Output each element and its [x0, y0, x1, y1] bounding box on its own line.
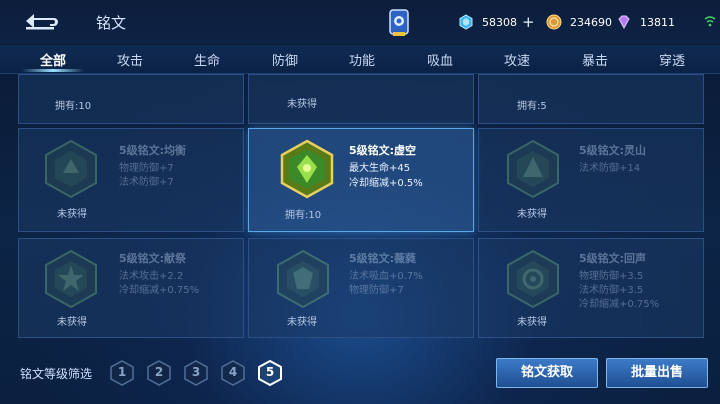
- tab-attack-speed[interactable]: 攻速: [487, 50, 547, 69]
- rune-stat: 冷却缩减+0.75%: [579, 299, 660, 310]
- acquire-rune-button[interactable]: 铭文获取: [496, 358, 598, 388]
- rune-card[interactable]: 未获得: [248, 74, 474, 124]
- rune-title: 5级铭文:灵山: [579, 144, 647, 157]
- diamond-counter: 58308 +: [458, 12, 535, 32]
- event-card-icon[interactable]: [386, 8, 412, 38]
- rune-card-sacrifice[interactable]: 5级铭文:献祭 法术攻击+2.2 冷却缩减+0.75% 未获得: [18, 238, 244, 338]
- gold-counter: 234690: [546, 12, 612, 32]
- rune-emblem-icon: [507, 249, 559, 309]
- gold-coin-icon: [546, 14, 562, 30]
- gold-value: 234690: [570, 15, 612, 29]
- rune-stat: 冷却缩减+0.5%: [349, 178, 423, 189]
- owned-status: 未获得: [57, 209, 87, 220]
- rune-stat: 法术攻击+2.2: [119, 271, 184, 282]
- rune-title: 5级铭文:回声: [579, 252, 647, 265]
- rune-card-echo[interactable]: 5级铭文:回声 物理防御+3.5 法术防御+3.5 冷却缩减+0.75% 未获得: [478, 238, 704, 338]
- rune-title: 5级铭文:虚空: [349, 144, 417, 157]
- rune-card-void[interactable]: 5级铭文:虚空 最大生命+45 冷却缩减+0.5% 拥有:10: [248, 128, 474, 232]
- tab-penetration[interactable]: 穿透: [642, 50, 702, 69]
- level-filter-5[interactable]: 5: [258, 359, 282, 387]
- level-number: 2: [154, 365, 164, 379]
- rune-card-balance[interactable]: 5级铭文:均衡 物理防御+7 法术防御+7 未获得: [18, 128, 244, 232]
- diamond-icon: [459, 14, 473, 30]
- gem-value: 13811: [640, 15, 675, 29]
- rune-stat: 法术防御+14: [579, 163, 641, 174]
- diamond-value: 58308: [482, 15, 517, 29]
- rune-card[interactable]: 拥有:10: [18, 74, 244, 124]
- rune-emblem-icon: [45, 249, 97, 309]
- rune-emblem-icon: [280, 139, 334, 199]
- level-filter-1[interactable]: 1: [110, 360, 134, 386]
- level-filter-label: 铭文等级筛选: [20, 367, 93, 381]
- rune-stat: 物理防御+3.5: [579, 271, 644, 282]
- level-filter-3[interactable]: 3: [184, 360, 208, 386]
- level-number: 1: [117, 365, 127, 379]
- top-bar: 铭文 58308 + 234690 13811: [0, 0, 720, 44]
- rune-card-lingshan[interactable]: 5级铭文:灵山 法术防御+14 未获得: [478, 128, 704, 232]
- owned-count: 未获得: [287, 99, 317, 110]
- rune-card-weirui[interactable]: 5级铭文:薇蕤 法术吸血+0.7% 物理防御+7 未获得: [248, 238, 474, 338]
- bulk-sell-button[interactable]: 批量出售: [606, 358, 708, 388]
- wifi-icon: [704, 16, 716, 27]
- level-number: 3: [191, 365, 201, 379]
- owned-status: 未获得: [287, 317, 317, 328]
- tab-lifesteal[interactable]: 吸血: [410, 50, 470, 69]
- tab-function[interactable]: 功能: [332, 50, 392, 69]
- active-tab-indicator: [22, 69, 84, 72]
- add-diamond-button[interactable]: +: [522, 15, 535, 30]
- rune-emblem-icon: [45, 139, 97, 199]
- rune-title: 5级铭文:薇蕤: [349, 252, 417, 265]
- level-number: 4: [228, 365, 238, 379]
- rune-emblem-icon: [277, 249, 329, 309]
- level-filter-2[interactable]: 2: [147, 360, 171, 386]
- rune-stat: 冷却缩减+0.75%: [119, 285, 200, 296]
- rune-emblem-icon: [507, 139, 559, 199]
- rune-stat: 法术吸血+0.7%: [349, 271, 423, 282]
- rune-card[interactable]: 拥有:5: [478, 74, 704, 124]
- rune-stat: 法术防御+3.5: [579, 285, 644, 296]
- level-number: 5: [265, 365, 275, 379]
- owned-status: 未获得: [517, 317, 547, 328]
- rune-title: 5级铭文:献祭: [119, 252, 187, 265]
- rune-title: 5级铭文:均衡: [119, 144, 187, 157]
- back-arrow-icon[interactable]: [20, 8, 60, 34]
- owned-count: 拥有:10: [55, 101, 92, 112]
- owned-status: 未获得: [517, 209, 547, 220]
- tab-defense[interactable]: 防御: [255, 50, 315, 69]
- tab-attack[interactable]: 攻击: [100, 50, 160, 69]
- page-title: 铭文: [96, 14, 127, 32]
- gem-icon: [618, 15, 630, 30]
- owned-status: 未获得: [57, 317, 87, 328]
- category-tabs: 全部 攻击 生命 防御 功能 吸血 攻速 暴击 穿透: [0, 45, 720, 74]
- level-filter-4[interactable]: 4: [221, 360, 245, 386]
- tab-all[interactable]: 全部: [23, 50, 83, 69]
- tab-critical[interactable]: 暴击: [565, 50, 625, 69]
- owned-count: 拥有:10: [285, 210, 322, 221]
- gem-counter: 13811: [616, 12, 675, 32]
- rune-stat: 最大生命+45: [349, 163, 411, 174]
- owned-count: 拥有:5: [517, 101, 547, 112]
- rune-stat: 物理防御+7: [119, 163, 174, 174]
- rune-stat: 法术防御+7: [119, 177, 174, 188]
- rune-stat: 物理防御+7: [349, 285, 404, 296]
- tab-health[interactable]: 生命: [177, 50, 237, 69]
